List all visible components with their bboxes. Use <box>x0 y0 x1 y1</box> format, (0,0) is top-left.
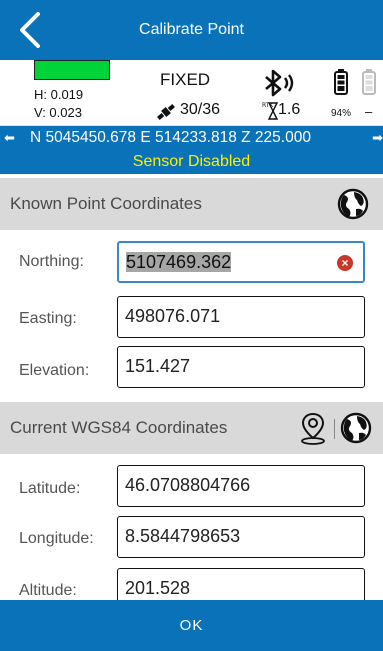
elevation-field[interactable]: 151.427 <box>117 346 365 388</box>
altitude-label: Altitude: <box>19 582 77 599</box>
current-wgs84-header: Current WGS84 Coordinates <box>0 402 383 454</box>
elevation-label: Elevation: <box>19 362 90 379</box>
latitude-label: Latitude: <box>19 480 81 497</box>
fix-type: FIXED <box>160 70 211 89</box>
latitude-value: 46.0708804766 <box>125 475 251 495</box>
elevation-value: 151.427 <box>125 356 191 376</box>
sensor-status: Sensor Disabled <box>0 150 383 174</box>
longitude-label: Longitude: <box>19 530 94 547</box>
globe-icon[interactable] <box>336 187 370 221</box>
gnss-status-panel[interactable]: H: 0.019 V: 0.023 FIXED 30/36 RTK 1.6 94… <box>0 60 383 126</box>
clear-icon[interactable]: × <box>337 255 353 271</box>
current-position-text: N 5045450.678 E 514233.818 Z 225.000 <box>30 129 311 146</box>
northing-value: 5107469.362 <box>126 252 232 272</box>
longitude-field[interactable]: 8.5844798653 <box>117 516 365 558</box>
secondary-battery-icon <box>362 69 376 95</box>
easting-field[interactable]: 498076.071 <box>117 296 365 338</box>
vertical-accuracy: V: 0.023 <box>34 105 82 120</box>
globe-icon[interactable] <box>339 411 373 445</box>
latitude-field[interactable]: 46.0708804766 <box>117 465 365 507</box>
battery-icon <box>334 69 348 95</box>
secondary-battery-percent: – <box>365 104 373 119</box>
divider <box>334 419 335 439</box>
northing-field[interactable]: 5107469.362 × <box>117 241 365 283</box>
correction-age: 1.6 <box>278 101 301 118</box>
scroll-right-icon: ➡ <box>372 130 383 145</box>
known-point-header: Known Point Coordinates <box>0 178 383 230</box>
section-title: Current WGS84 Coordinates <box>10 418 228 437</box>
easting-value: 498076.071 <box>125 306 221 326</box>
easting-label: Easting: <box>19 310 77 327</box>
satellite-count: 30/36 <box>180 101 221 118</box>
bluetooth-icon <box>265 69 294 97</box>
altitude-field[interactable]: 201.528 <box>117 568 365 604</box>
battery-percent: 94% <box>331 108 352 119</box>
satellite-icon <box>157 104 175 120</box>
ok-button[interactable]: OK <box>0 600 383 651</box>
altitude-value: 201.528 <box>125 578 191 598</box>
longitude-value: 8.5844798653 <box>125 526 241 546</box>
horizontal-accuracy: H: 0.019 <box>34 87 84 102</box>
scroll-left-icon: ⬅ <box>4 130 15 145</box>
map-pin-icon[interactable] <box>298 411 328 445</box>
fix-quality-indicator <box>34 60 110 80</box>
section-title: Known Point Coordinates <box>10 194 202 213</box>
app-header: Calibrate Point <box>0 0 383 60</box>
page-title: Calibrate Point <box>139 21 244 38</box>
northing-label: Northing: <box>19 253 84 270</box>
position-ticker: ⬅ N 5045450.678 E 514233.818 Z 225.000 ➡ <box>0 126 383 150</box>
rtk-hourglass-icon: RTK <box>262 102 278 120</box>
